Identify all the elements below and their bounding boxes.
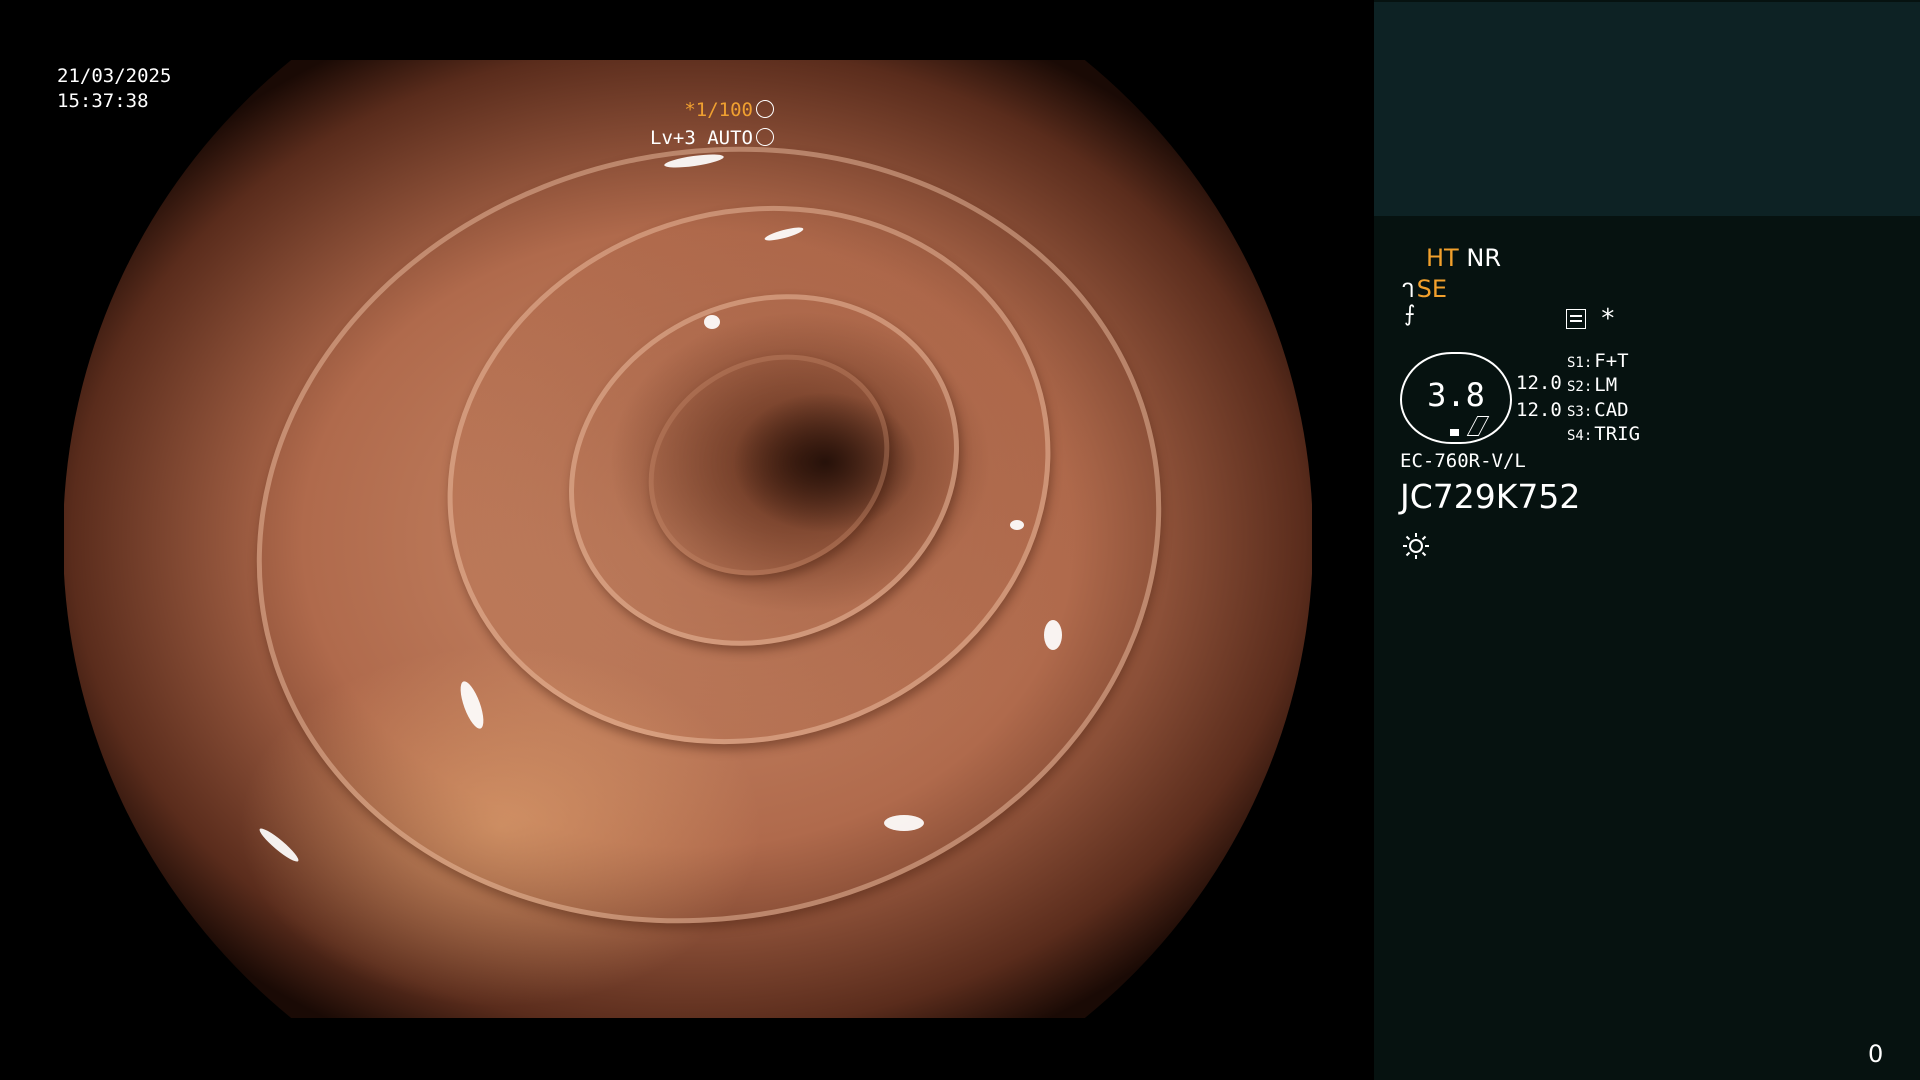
status-side-panel: HT NR ᒉSE ⨍ * 3.8 12.0 12.0 S1: F+T S2: LM… [1374, 0, 1920, 1080]
ht-label: HT [1426, 244, 1459, 272]
shutter-value: *1/100 [684, 99, 753, 121]
shutter-speed: *1/100 [684, 99, 774, 121]
zoom-dial: 3.8 [1400, 352, 1512, 444]
menu-icon [1566, 309, 1586, 329]
dial-indicator [1466, 416, 1490, 436]
frame-counter: 0 [1868, 1040, 1884, 1068]
brightness-level: Lv+3 AUTO [650, 127, 774, 149]
switch-s2: S2: LM [1567, 374, 1618, 396]
nr-label: NR [1466, 244, 1501, 272]
light-reflection [704, 315, 720, 329]
scope-serial: JC729K752 [1400, 477, 1581, 516]
light-reflection [1010, 520, 1024, 530]
light-icon [1403, 533, 1429, 559]
shutter-icon [756, 100, 774, 118]
reading-2: 12.0 [1516, 399, 1562, 421]
light-reflection [884, 815, 924, 831]
thumbnail-area [1374, 2, 1920, 216]
light-reflection [256, 825, 302, 865]
scope-tip-icon: ᒉ [1402, 278, 1415, 302]
dial-value: 3.8 [1427, 376, 1485, 414]
ht-nr-indicator: HT NR [1426, 244, 1501, 272]
light-reflection [1044, 620, 1062, 650]
date-text: 21/03/2025 [57, 65, 172, 87]
filter-symbol: ⨍ [1404, 302, 1416, 327]
level-value: Lv+3 AUTO [650, 127, 753, 149]
se-indicator: ᒉSE [1402, 275, 1447, 303]
switch-s1: S1: F+T [1567, 350, 1629, 372]
reading-1: 12.0 [1516, 372, 1562, 394]
iris-icon [756, 128, 774, 146]
dial-marker [1450, 429, 1459, 436]
scope-model: EC-760R-V/L [1400, 450, 1526, 472]
switch-s3: S3: CAD [1567, 399, 1629, 421]
se-label: SE [1416, 275, 1447, 303]
endoscope-image-area: 21/03/2025 15:37:38 *1/100 Lv+3 AUTO [0, 0, 1374, 1080]
switch-s4: S4: TRIG [1567, 423, 1641, 445]
time-text: 15:37:38 [57, 90, 149, 112]
date-time-readout: 21/03/2025 15:37:38 [57, 64, 171, 114]
endoscope-view [64, 60, 1312, 1018]
asterisk-mark: * [1600, 304, 1616, 334]
